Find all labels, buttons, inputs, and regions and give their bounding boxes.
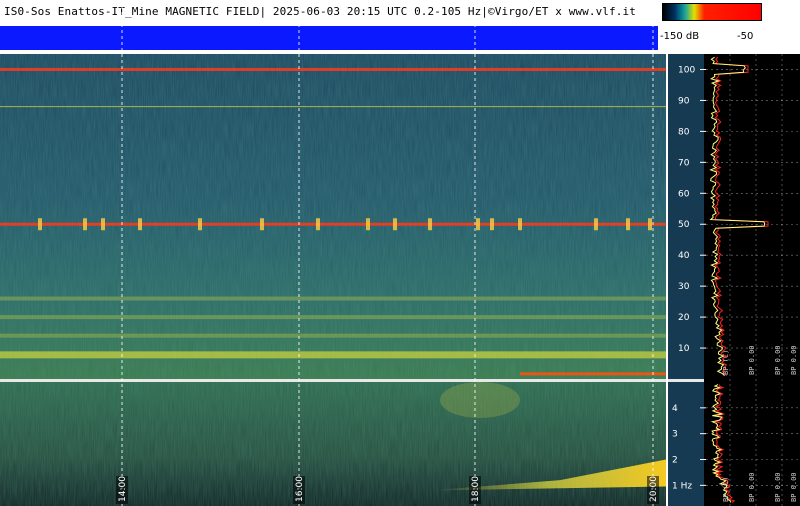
bandpower-label-upper: BP (C) <box>722 350 730 375</box>
freq-tick-label: 70 <box>678 158 690 168</box>
axis-separator <box>668 379 704 382</box>
freq-tick-label: 1 Hz <box>672 481 692 491</box>
spectrum-side-plot: 10 20 30 40 50 60 70 80 90 100 1 Hz 2 3 4 BP (C) BP 0.… <box>668 54 800 506</box>
freq-tick-label: 2 <box>672 456 678 466</box>
bandpower-label-lower: BP 0.00 <box>774 472 782 502</box>
freq-tick-label: 100 <box>678 65 695 75</box>
freq-tick-label: 40 <box>678 251 690 261</box>
freq-tick-label: 20 <box>678 313 690 323</box>
average-trace-upper <box>709 56 766 376</box>
freq-tick-label: 60 <box>678 189 690 199</box>
freq-tick-label: 30 <box>678 282 690 292</box>
spectrogram-window: IS0-Sos Enattos-IT_Mine MAGNETIC FIELD| … <box>0 0 800 506</box>
bandpower-label-lower: BP 0.00 <box>790 472 798 502</box>
bandpower-label-lower: BP 0.00 <box>748 472 756 502</box>
bandpower-label-upper: BP 0.00 <box>748 345 756 375</box>
freq-tick-label: 90 <box>678 96 690 106</box>
bandpower-label-lower: BP (C) <box>722 477 730 502</box>
bandpower-label-upper: BP 0.00 <box>774 345 782 375</box>
freq-tick-label: 80 <box>678 127 690 137</box>
freq-tick-label: 10 <box>678 344 690 354</box>
spectrum-trace-upper <box>713 56 769 376</box>
freq-tick-label: 50 <box>678 220 690 230</box>
bandpower-label-upper: BP 0.00 <box>790 345 798 375</box>
freq-tick-label: 3 <box>672 430 678 440</box>
freq-tick-label: 4 <box>672 404 678 414</box>
